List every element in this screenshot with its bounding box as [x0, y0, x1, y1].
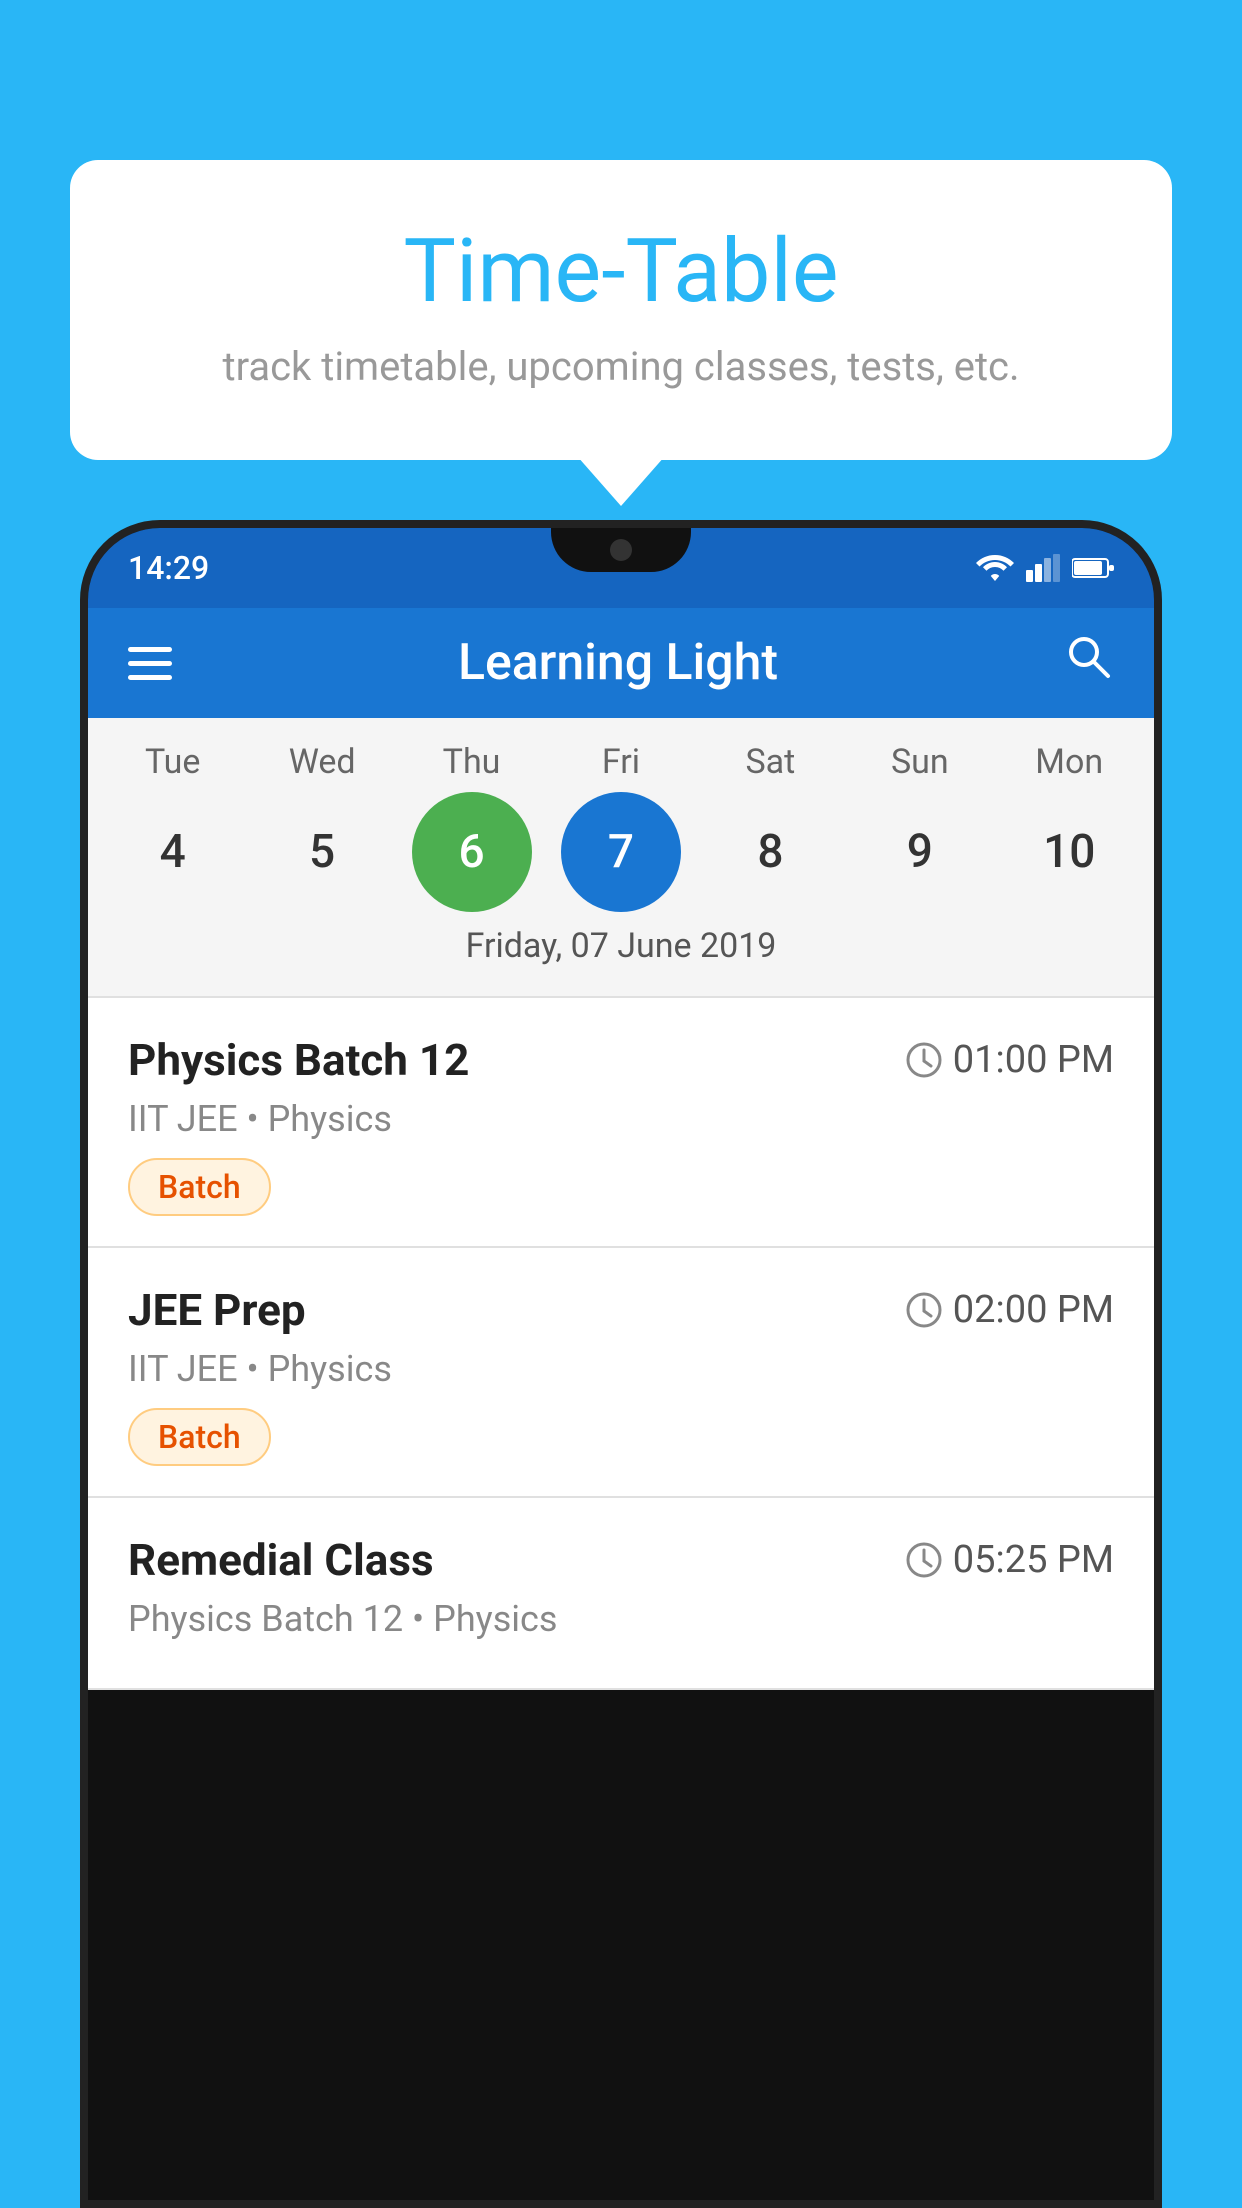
status-time: 14:29	[128, 549, 209, 587]
schedule-item-2-title: JEE Prep	[128, 1284, 306, 1336]
day-label-mon: Mon	[1009, 742, 1129, 782]
app-title: Learning Light	[202, 634, 1034, 692]
day-label-fri: Fri	[561, 742, 681, 782]
day-label-sat: Sat	[710, 742, 830, 782]
schedule-item-2-subtitle: IIT JEE • Physics	[128, 1348, 1114, 1390]
selected-date-label: Friday, 07 June 2019	[88, 912, 1154, 986]
schedule-item-3-subtitle: Physics Batch 12 • Physics	[128, 1598, 1114, 1640]
battery-icon	[1072, 556, 1114, 580]
schedule-item-2-header: JEE Prep 02:00 PM	[128, 1284, 1114, 1336]
clock-icon-2	[905, 1291, 943, 1329]
calendar-strip: Tue Wed Thu Fri Sat Sun Mon 4 5 6 7 8 9 …	[88, 718, 1154, 996]
wifi-icon	[976, 554, 1014, 582]
schedule-item-2[interactable]: JEE Prep 02:00 PM IIT JEE • Physics Batc…	[88, 1248, 1154, 1498]
day-label-sun: Sun	[860, 742, 980, 782]
day-label-tue: Tue	[113, 742, 233, 782]
schedule-item-1-badge: Batch	[128, 1158, 271, 1216]
hamburger-menu-button[interactable]	[128, 647, 172, 680]
schedule-item-2-time: 02:00 PM	[905, 1288, 1114, 1332]
calendar-day-4[interactable]: 4	[113, 792, 233, 912]
day-label-wed: Wed	[262, 742, 382, 782]
schedule-item-3[interactable]: Remedial Class 05:25 PM Physics Batch 12…	[88, 1498, 1154, 1690]
search-button[interactable]	[1064, 632, 1114, 695]
schedule-list: Physics Batch 12 01:00 PM IIT JEE • Phys…	[88, 998, 1154, 1690]
calendar-day-10[interactable]: 10	[1009, 792, 1129, 912]
calendar-day-7-selected[interactable]: 7	[561, 792, 681, 912]
calendar-day-9[interactable]: 9	[860, 792, 980, 912]
status-icons	[976, 554, 1114, 582]
camera	[610, 539, 632, 561]
schedule-item-1-header: Physics Batch 12 01:00 PM	[128, 1034, 1114, 1086]
calendar-day-8[interactable]: 8	[710, 792, 830, 912]
schedule-item-1[interactable]: Physics Batch 12 01:00 PM IIT JEE • Phys…	[88, 998, 1154, 1248]
schedule-item-1-title: Physics Batch 12	[128, 1034, 469, 1086]
calendar-day-5[interactable]: 5	[262, 792, 382, 912]
signal-icon	[1026, 554, 1060, 582]
clock-icon	[905, 1041, 943, 1079]
schedule-item-1-subtitle: IIT JEE • Physics	[128, 1098, 1114, 1140]
schedule-item-3-title: Remedial Class	[128, 1534, 434, 1586]
day-label-thu: Thu	[412, 742, 532, 782]
app-bar: Learning Light	[88, 608, 1154, 718]
tooltip-title: Time-Table	[150, 220, 1092, 323]
clock-icon-3	[905, 1541, 943, 1579]
schedule-item-1-time: 01:00 PM	[905, 1038, 1114, 1082]
schedule-item-3-header: Remedial Class 05:25 PM	[128, 1534, 1114, 1586]
status-bar: 14:29	[88, 528, 1154, 608]
schedule-item-2-badge: Batch	[128, 1408, 271, 1466]
notch	[551, 528, 691, 572]
phone-frame: 14:29	[80, 520, 1162, 2208]
tooltip-subtitle: track timetable, upcoming classes, tests…	[150, 343, 1092, 390]
schedule-item-3-time: 05:25 PM	[905, 1538, 1114, 1582]
day-labels: Tue Wed Thu Fri Sat Sun Mon	[88, 742, 1154, 782]
day-numbers: 4 5 6 7 8 9 10	[88, 792, 1154, 912]
tooltip-card: Time-Table track timetable, upcoming cla…	[70, 160, 1172, 460]
calendar-day-6-today[interactable]: 6	[412, 792, 532, 912]
